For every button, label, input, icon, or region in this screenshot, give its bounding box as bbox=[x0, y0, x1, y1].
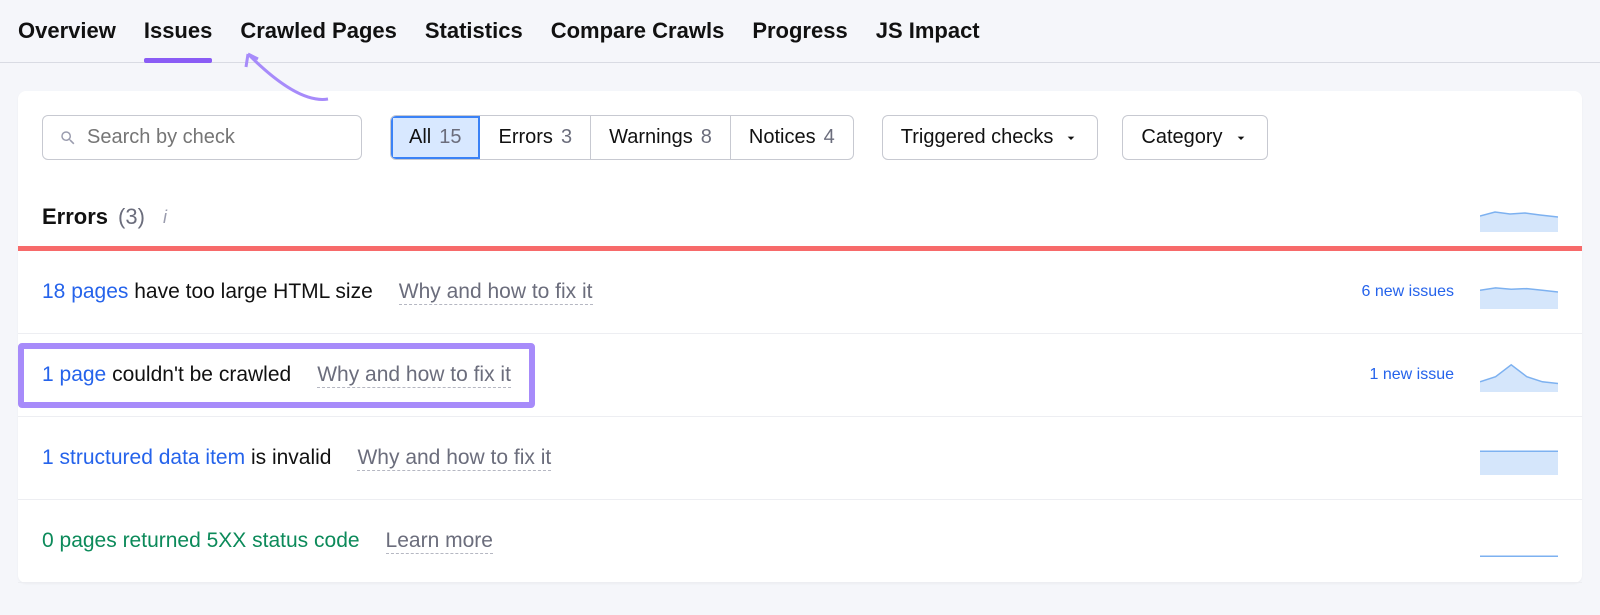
chevron-down-icon bbox=[1233, 130, 1249, 146]
issue-meta bbox=[1480, 441, 1558, 475]
new-issues-link[interactable]: 6 new issues bbox=[1362, 283, 1455, 301]
filter-label: Errors bbox=[498, 126, 552, 149]
issue-sparkline bbox=[1480, 441, 1558, 475]
filter-label: Warnings bbox=[609, 126, 693, 149]
filter-label: All bbox=[409, 126, 431, 149]
why-and-how-link[interactable]: Why and how to fix it bbox=[399, 280, 593, 305]
issue-description: 1 structured data item is invalid Why and… bbox=[42, 446, 551, 471]
filter-count: 4 bbox=[824, 126, 835, 149]
filter-tab-notices[interactable]: Notices 4 bbox=[731, 116, 853, 159]
info-icon[interactable]: i bbox=[155, 207, 175, 227]
issue-text: 18 pages have too large HTML size bbox=[42, 280, 373, 304]
chevron-down-icon bbox=[1063, 130, 1079, 146]
why-and-how-link[interactable]: Learn more bbox=[386, 529, 493, 554]
filter-count: 15 bbox=[439, 126, 461, 149]
section-sparkline bbox=[1480, 202, 1558, 232]
issue-row: 18 pages have too large HTML size Why and… bbox=[18, 251, 1582, 334]
issue-sparkline bbox=[1480, 358, 1558, 392]
tab-compare-crawls[interactable]: Compare Crawls bbox=[551, 18, 725, 48]
issue-description: 18 pages have too large HTML size Why and… bbox=[42, 280, 593, 305]
search-icon bbox=[59, 128, 77, 148]
issue-text: 1 structured data item is invalid bbox=[42, 446, 331, 470]
why-and-how-link[interactable]: Why and how to fix it bbox=[317, 363, 511, 388]
issue-description: 0 pages returned 5XX status code Learn mo… bbox=[42, 529, 493, 554]
tabs-bar: Overview Issues Crawled Pages Statistics Com… bbox=[0, 0, 1600, 63]
issue-meta bbox=[1480, 524, 1558, 558]
why-and-how-link[interactable]: Why and how to fix it bbox=[357, 446, 551, 471]
dropdown-category[interactable]: Category bbox=[1122, 115, 1267, 160]
section-header: Errors (3) i bbox=[18, 160, 1582, 246]
tab-crawled-pages[interactable]: Crawled Pages bbox=[240, 18, 397, 48]
dropdown-triggered-checks[interactable]: Triggered checks bbox=[882, 115, 1099, 160]
filter-count: 8 bbox=[701, 126, 712, 149]
issue-text-rest: is invalid bbox=[245, 446, 331, 469]
issue-count-link[interactable]: 18 pages bbox=[42, 280, 128, 303]
filter-label: Notices bbox=[749, 126, 816, 149]
section-count: (3) bbox=[118, 204, 145, 230]
issue-text-rest: couldn't be crawled bbox=[106, 363, 291, 386]
filter-tab-warnings[interactable]: Warnings 8 bbox=[591, 116, 731, 159]
issue-text-rest: returned 5XX status code bbox=[117, 529, 360, 552]
tab-overview[interactable]: Overview bbox=[18, 18, 116, 48]
issue-text: 0 pages returned 5XX status code bbox=[42, 529, 360, 553]
search-input-container[interactable] bbox=[42, 115, 362, 160]
issues-panel: All 15 Errors 3 Warnings 8 Notices 4 Triggered … bbox=[18, 91, 1582, 583]
section-title: Errors bbox=[42, 204, 108, 230]
issue-count-link[interactable]: 1 page bbox=[42, 363, 106, 386]
issue-sparkline bbox=[1480, 275, 1558, 309]
issue-text: 1 page couldn't be crawled bbox=[42, 363, 291, 387]
filter-tab-errors[interactable]: Errors 3 bbox=[480, 116, 591, 159]
tab-statistics[interactable]: Statistics bbox=[425, 18, 523, 48]
issue-row: 1 structured data item is invalid Why and… bbox=[18, 417, 1582, 500]
issue-text-rest: have too large HTML size bbox=[128, 280, 372, 303]
filter-tab-all[interactable]: All 15 bbox=[391, 116, 480, 159]
issue-sparkline bbox=[1480, 524, 1558, 558]
tab-issues[interactable]: Issues bbox=[144, 18, 213, 48]
filter-tabs: All 15 Errors 3 Warnings 8 Notices 4 bbox=[390, 115, 854, 160]
issue-row: 0 pages returned 5XX status code Learn mo… bbox=[18, 500, 1582, 583]
dropdown-label: Category bbox=[1141, 126, 1222, 149]
filter-count: 3 bbox=[561, 126, 572, 149]
issue-count-link: 0 pages bbox=[42, 529, 117, 552]
issue-count-link[interactable]: 1 structured data item bbox=[42, 446, 245, 469]
tab-progress[interactable]: Progress bbox=[752, 18, 847, 48]
tab-js-impact[interactable]: JS Impact bbox=[876, 18, 980, 48]
issue-meta: 6 new issues bbox=[1362, 275, 1559, 309]
dropdown-label: Triggered checks bbox=[901, 126, 1054, 149]
issue-row: 1 page couldn't be crawled Why and how to… bbox=[18, 334, 1582, 417]
new-issues-link[interactable]: 1 new issue bbox=[1370, 366, 1455, 384]
issue-meta: 1 new issue bbox=[1370, 358, 1559, 392]
search-input[interactable] bbox=[87, 126, 345, 149]
issue-description: 1 page couldn't be crawled Why and how to… bbox=[18, 343, 535, 408]
toolbar: All 15 Errors 3 Warnings 8 Notices 4 Triggered … bbox=[18, 91, 1582, 160]
